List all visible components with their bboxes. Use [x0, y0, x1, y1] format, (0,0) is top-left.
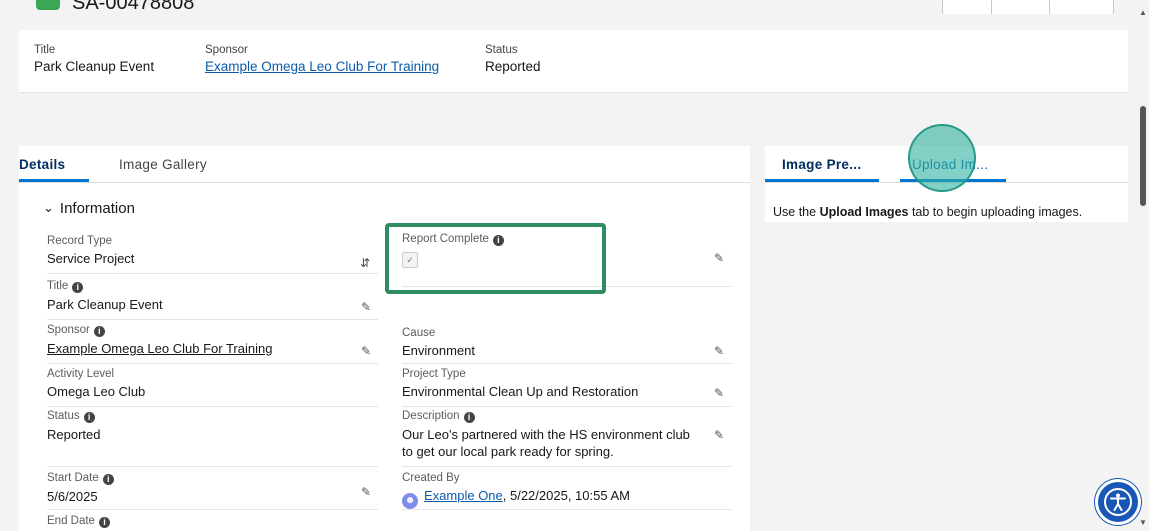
pencil-icon[interactable]: ✎ — [361, 344, 375, 358]
pencil-icon[interactable]: ✎ — [714, 251, 728, 265]
pencil-icon[interactable]: ✎ — [361, 300, 375, 314]
field-project-type: Project Type Environmental Clean Up and … — [402, 368, 639, 399]
report-complete-highlight — [385, 223, 606, 294]
field-created-by: Created By ☻ Example One, 5/22/2025, 10:5… — [402, 472, 630, 509]
record-type-icon — [36, 0, 60, 10]
field-cause: Cause Environment — [402, 327, 475, 358]
info-icon[interactable]: i — [98, 517, 110, 528]
field-activity-level: Activity Level Omega Leo Club — [47, 368, 146, 399]
field-sponsor: Sponsor i Example Omega Leo Club For Trai… — [47, 324, 273, 357]
user-avatar-icon: ☻ — [402, 493, 418, 509]
highlights-panel: Title Park Cleanup Event Sponsor Example… — [19, 30, 1128, 93]
details-card: Details Image Gallery ⌄ Information Recor… — [19, 146, 750, 531]
info-icon[interactable]: i — [72, 282, 84, 293]
info-icon[interactable]: i — [463, 412, 475, 423]
record-header: SA-00478808 — [0, 0, 1130, 14]
pencil-icon[interactable]: ✎ — [714, 344, 728, 358]
pencil-icon[interactable]: ✎ — [714, 386, 728, 400]
pencil-icon[interactable]: ✎ — [714, 428, 728, 442]
upload-instructions: Use the Upload Images tab to begin uploa… — [773, 205, 1083, 219]
sponsor-field-link[interactable]: Example Omega Leo Club For Training — [47, 340, 272, 357]
highlight-status: Status Reported — [485, 44, 541, 74]
record-number: SA-00478808 — [72, 0, 195, 14]
field-start-date: Start Date i 5/6/2025 — [47, 472, 114, 505]
click-marker — [908, 124, 976, 192]
header-action-buttons[interactable] — [942, 0, 1114, 14]
info-icon[interactable]: i — [83, 412, 95, 423]
sponsor-link[interactable]: Example Omega Leo Club For Training — [205, 59, 439, 74]
highlight-title: Title Park Cleanup Event — [34, 44, 155, 74]
tab-image-gallery[interactable]: Image Gallery — [119, 157, 207, 172]
scroll-up-arrow-icon[interactable]: ▲ — [1139, 8, 1147, 17]
tab-details[interactable]: Details — [19, 157, 65, 172]
scrollbar-thumb[interactable] — [1140, 106, 1146, 206]
scroll-down-arrow-icon[interactable]: ▼ — [1139, 518, 1147, 527]
record-type-swap-icon[interactable]: ⇵ — [360, 256, 370, 270]
accessibility-icon — [1104, 488, 1132, 516]
pencil-icon[interactable]: ✎ — [361, 485, 375, 499]
information-section-toggle[interactable]: ⌄ Information — [43, 200, 135, 217]
accessibility-button[interactable] — [1098, 482, 1138, 522]
info-icon[interactable]: i — [93, 326, 105, 337]
field-description: Description i Our Leo's partnered with th… — [402, 410, 690, 459]
page-scrollbar[interactable]: ▲ ▼ — [1136, 0, 1149, 531]
field-end-date: End Date i — [47, 515, 110, 528]
highlight-sponsor: Sponsor Example Omega Leo Club For Train… — [205, 44, 440, 74]
chevron-down-icon: ⌄ — [43, 200, 54, 215]
details-tabs: Details Image Gallery — [19, 146, 750, 183]
field-record-type: Record Type Service Project — [47, 235, 135, 266]
field-title: Title i Park Cleanup Event — [47, 280, 163, 312]
field-status: Status i Reported — [47, 410, 101, 442]
info-icon[interactable]: i — [102, 474, 114, 485]
created-by-user-link[interactable]: Example One — [424, 488, 503, 503]
tab-image-preview[interactable]: Image Pre... — [782, 157, 861, 172]
